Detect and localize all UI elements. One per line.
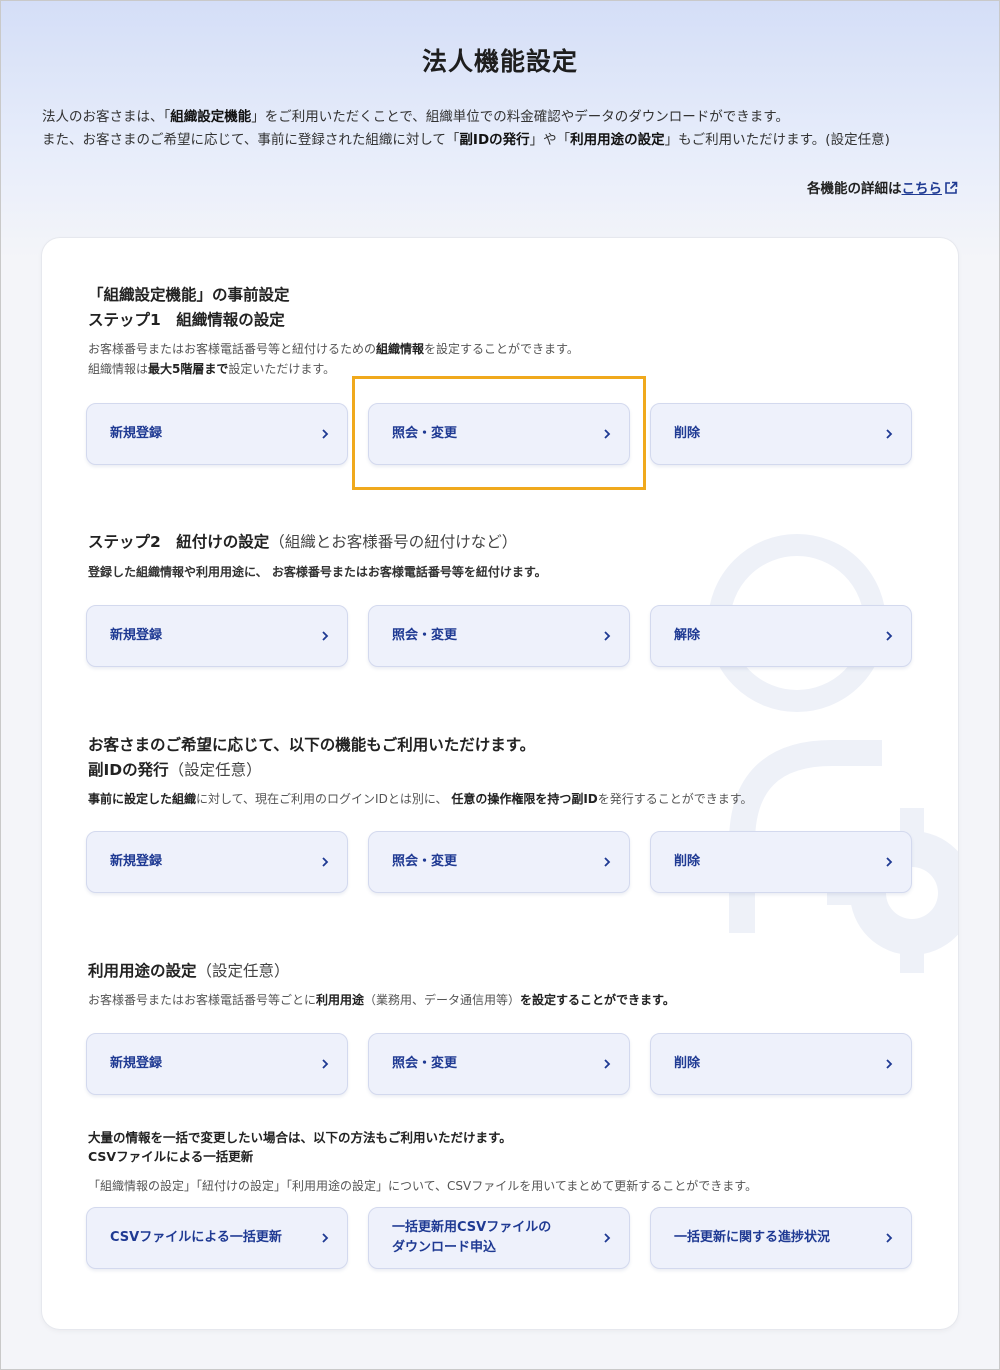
csv-description: 「組織情報の設定」「紐付けの設定」「利用用途の設定」について、CSVファイルを用… (88, 1179, 758, 1193)
chevron-right-icon (604, 1233, 611, 1243)
usage-description: お客様番号またはお客様電話番号等ごとに利用用途（業務用、データ通信用等）を設定す… (88, 993, 675, 1007)
subid-register-button[interactable]: 新規登録 (86, 831, 348, 893)
step1-delete-button[interactable]: 削除 (650, 403, 912, 465)
subid-pre-heading: お客さまのご希望に応じて、以下の機能もご利用いただけます。 (88, 736, 536, 754)
csv-pre-heading: 大量の情報を一括で変更したい場合は、以下の方法もご利用いただけます。 (88, 1130, 512, 1145)
page-title: 法人機能設定 (421, 47, 578, 76)
chevron-right-icon (322, 857, 329, 867)
step2-description: 登録した組織情報や利用用途に、 お客様番号またはお客様電話番号等を紐付けます。 (88, 565, 547, 579)
csv-download-request-button[interactable]: 一括更新用CSVファイルの ダウンロード申込 (368, 1207, 630, 1269)
step1-view-edit-button[interactable]: 照会・変更 (368, 403, 630, 465)
chevron-right-icon (322, 1233, 329, 1243)
step1-register-button[interactable]: 新規登録 (86, 403, 348, 465)
step1-description: お客様番号またはお客様電話番号等と紐付けるための組織情報を設定することができます… (88, 342, 579, 376)
chevron-right-icon (322, 631, 329, 641)
settings-card: 「組織設定機能」の事前設定 ステップ1 組織情報の設定 お客様番号またはお客様電… (42, 238, 958, 1329)
step2-view-edit-button[interactable]: 照会・変更 (368, 605, 630, 667)
detail-link-row: 各機能の詳細はこちら (807, 177, 958, 199)
subid-delete-button[interactable]: 削除 (650, 831, 912, 893)
chevron-right-icon (886, 857, 893, 867)
step1-heading: ステップ1 組織情報の設定 (88, 311, 285, 329)
csv-heading: CSVファイルによる一括更新 (88, 1149, 254, 1164)
chevron-right-icon (886, 1233, 893, 1243)
step2-register-button[interactable]: 新規登録 (86, 605, 348, 667)
decorative-gear-icon (708, 534, 958, 973)
chevron-right-icon (604, 1059, 611, 1069)
chevron-right-icon (886, 1059, 893, 1069)
usage-delete-button[interactable]: 削除 (650, 1033, 912, 1095)
usage-heading-row: 利用用途の設定（設定任意） (88, 962, 290, 980)
intro-text: 法人のお客さまは、「組織設定機能」をご利用いただくことで、組織単位での料金確認や… (42, 109, 890, 148)
csv-bulk-update-button[interactable]: CSVファイルによる一括更新 (86, 1207, 348, 1269)
csv-progress-button[interactable]: 一括更新に関する進捗状況 (650, 1207, 912, 1269)
subid-view-edit-button[interactable]: 照会・変更 (368, 831, 630, 893)
chevron-right-icon (322, 429, 329, 439)
chevron-right-icon (886, 429, 893, 439)
chevron-right-icon (886, 631, 893, 641)
step1-pre-heading: 「組織設定機能」の事前設定 (88, 286, 290, 304)
subid-description: 事前に設定した組織に対して、現在ご利用のログインIDとは別に、 任意の操作権限を… (88, 792, 753, 806)
chevron-right-icon (322, 1059, 329, 1069)
chevron-right-icon (604, 857, 611, 867)
usage-view-edit-button[interactable]: 照会・変更 (368, 1033, 630, 1095)
usage-register-button[interactable]: 新規登録 (86, 1033, 348, 1095)
step2-heading-row: ステップ2 紐付けの設定（組織とお客様番号の紐付けなど） (88, 533, 518, 551)
chevron-right-icon (604, 429, 611, 439)
step2-unlink-button[interactable]: 解除 (650, 605, 912, 667)
subid-heading-row: 副IDの発行（設定任意） (88, 761, 262, 779)
chevron-right-icon (604, 631, 611, 641)
detail-link[interactable]: こちら (902, 181, 943, 197)
external-link-icon (944, 181, 958, 199)
